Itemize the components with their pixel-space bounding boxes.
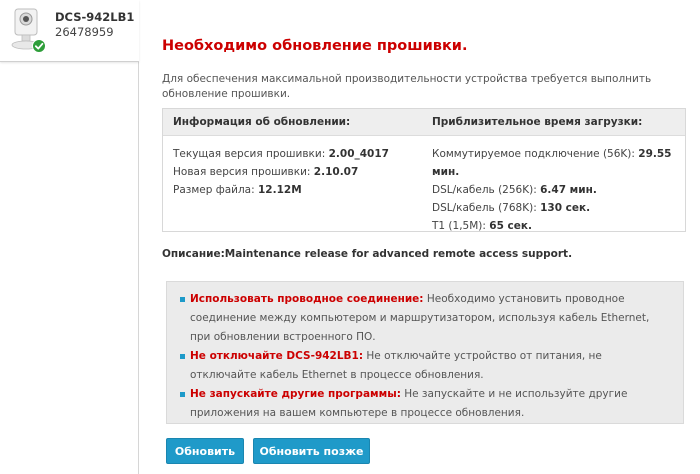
- update-button[interactable]: Обновить: [166, 438, 244, 464]
- row-new-version: Новая версия прошивки: 2.10.07: [173, 166, 359, 178]
- row-dsl-256: DSL/кабель (256K): 6.47 мин.: [432, 184, 597, 196]
- intro-text: Для обеспечения максимальной производите…: [162, 73, 652, 100]
- update-later-button[interactable]: Обновить позже: [253, 438, 370, 464]
- update-notes-box: Использовать проводное соединение: Необх…: [166, 281, 684, 424]
- firmware-description: Описание:Maintenance release for advance…: [162, 248, 573, 260]
- update-info-left: Текущая версия прошивки: 2.00_4017 Новая…: [173, 145, 423, 199]
- row-dialup-unit: мин.: [432, 166, 460, 178]
- row-dsl-768: DSL/кабель (768K): 130 сек.: [432, 202, 591, 214]
- device-card[interactable]: DCS-942LB1 26478959: [0, 0, 139, 62]
- update-info-header: Информация об обновлении: Приблизительно…: [163, 109, 685, 136]
- row-current-version: Текущая версия прошивки: 2.00_4017: [173, 148, 389, 160]
- note-do-not-disconnect: Не отключайте DCS-942LB1: Не отключайте …: [180, 347, 670, 385]
- note-no-other-programs: Не запускайте другие программы: Не запус…: [180, 385, 670, 423]
- note-wired-connection: Использовать проводное соединение: Необх…: [180, 290, 670, 347]
- row-file-size: Размер файла: 12.12M: [173, 184, 302, 196]
- device-id: 26478959: [55, 25, 114, 39]
- bullet-icon: [180, 354, 185, 359]
- sidebar: DCS-942LB1 26478959: [0, 0, 139, 474]
- camera-icon: [11, 8, 46, 53]
- update-info-right: Коммутируемое подключение (56K): 29.55 м…: [432, 145, 682, 235]
- update-info-table: Информация об обновлении: Приблизительно…: [162, 108, 686, 232]
- page-title: Необходимо обновление прошивки.: [162, 38, 468, 54]
- header-update-info: Информация об обновлении:: [173, 116, 351, 128]
- checkmark-icon: [32, 39, 46, 53]
- row-t1: T1 (1,5M): 65 сек.: [432, 220, 532, 232]
- row-dialup: Коммутируемое подключение (56K): 29.55: [432, 148, 672, 160]
- bullet-icon: [180, 297, 185, 302]
- header-download-time: Приблизительное время загрузки:: [432, 116, 643, 128]
- main-content: Необходимо обновление прошивки. Для обес…: [162, 0, 686, 474]
- bullet-icon: [180, 392, 185, 397]
- device-name: DCS-942LB1: [55, 10, 135, 24]
